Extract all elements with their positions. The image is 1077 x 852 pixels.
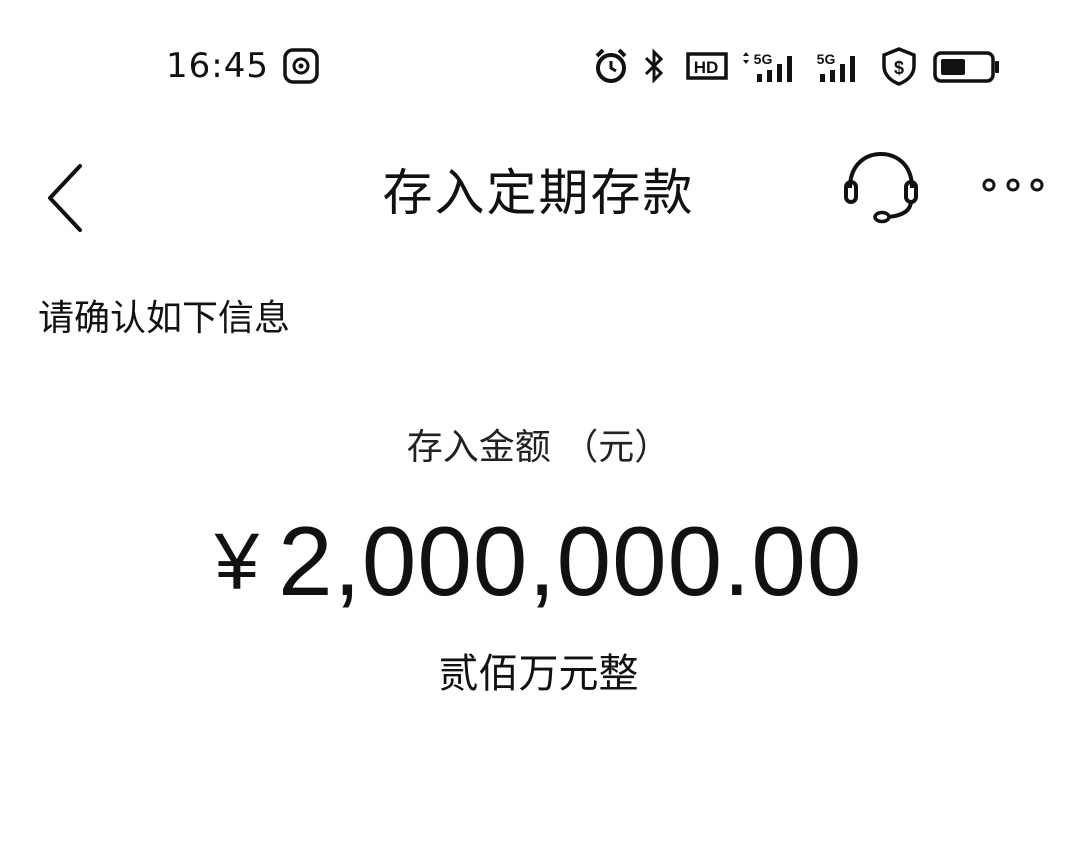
amount-in-words: 贰佰万元整 [438,651,639,697]
more-horizontal-icon [982,178,1044,192]
more-button[interactable] [978,170,1048,200]
headset-icon [844,151,918,224]
currency-symbol: ¥ [214,517,261,606]
status-time: 16:45 [166,46,269,86]
screen-record-icon [282,46,320,86]
svg-text:$: $ [894,58,904,78]
battery-icon [932,46,1002,86]
amount-label: 存入金额 （元） [406,427,671,468]
svg-text:5G: 5G [817,51,836,67]
deposit-amount: ¥2,000,000.00 [0,502,1077,627]
security-shield-icon: $ [880,46,918,86]
bluetooth-icon [640,46,668,86]
svg-text:5G: 5G [754,51,773,67]
alarm-icon [592,46,630,86]
amount-number: 2,000,000.00 [278,506,863,616]
confirm-hint: 请确认如下信息 [38,298,291,339]
signal-5g-icon: 5G [814,46,868,86]
nav-bar: 存入定期存款 [0,140,1077,250]
svg-text:HD: HD [694,58,719,77]
status-bar: 16:45 HD 5G 5G $ [0,0,1077,130]
customer-service-button[interactable] [838,144,924,230]
signal-5g-icon: 5G [740,46,802,86]
hd-voice-icon: HD [686,46,728,86]
